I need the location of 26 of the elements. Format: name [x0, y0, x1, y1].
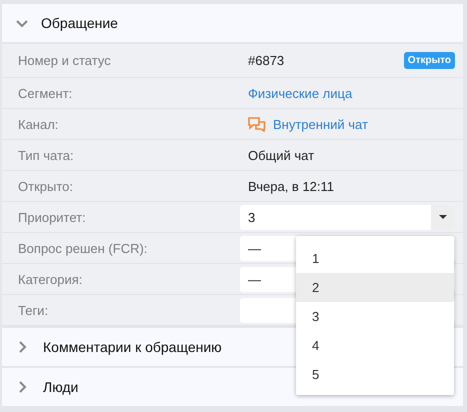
field-label: Вопрос решен (FCR):	[17, 240, 148, 256]
status-badge: Открыто	[404, 52, 455, 69]
field-label: Категория:	[17, 272, 84, 286]
chat-icon	[248, 116, 266, 132]
caret-down-icon	[439, 215, 447, 219]
section-header[interactable]: Обращение	[2, 4, 463, 42]
dropdown-option[interactable]: 2	[296, 273, 454, 302]
chevron-down-icon	[16, 18, 28, 28]
dropdown-option[interactable]: 3	[296, 302, 454, 331]
field-value: Общий чат	[248, 148, 314, 162]
field-label: Номер и статус	[17, 53, 112, 68]
field-value: Вчера, в 12:11	[248, 178, 334, 194]
ticket-number: #6873	[248, 53, 284, 68]
chevron-right-icon	[18, 341, 27, 353]
chevron-right-icon	[18, 381, 27, 393]
dropdown-option[interactable]: 4	[296, 331, 454, 360]
field-label: Приоритет:	[17, 210, 87, 224]
field-label: Сегмент:	[17, 86, 74, 100]
field-label: Канал:	[17, 116, 60, 132]
field-label: Открыто:	[17, 178, 74, 194]
field-label: Тип чата:	[17, 148, 75, 162]
priority-dropdown[interactable]: 3	[240, 204, 455, 230]
dropdown-option[interactable]: 1	[296, 244, 454, 273]
field-label: Теги:	[17, 302, 50, 318]
segment-link[interactable]: Физические лица	[248, 86, 352, 100]
channel-link[interactable]: Внутренний чат	[273, 116, 368, 132]
